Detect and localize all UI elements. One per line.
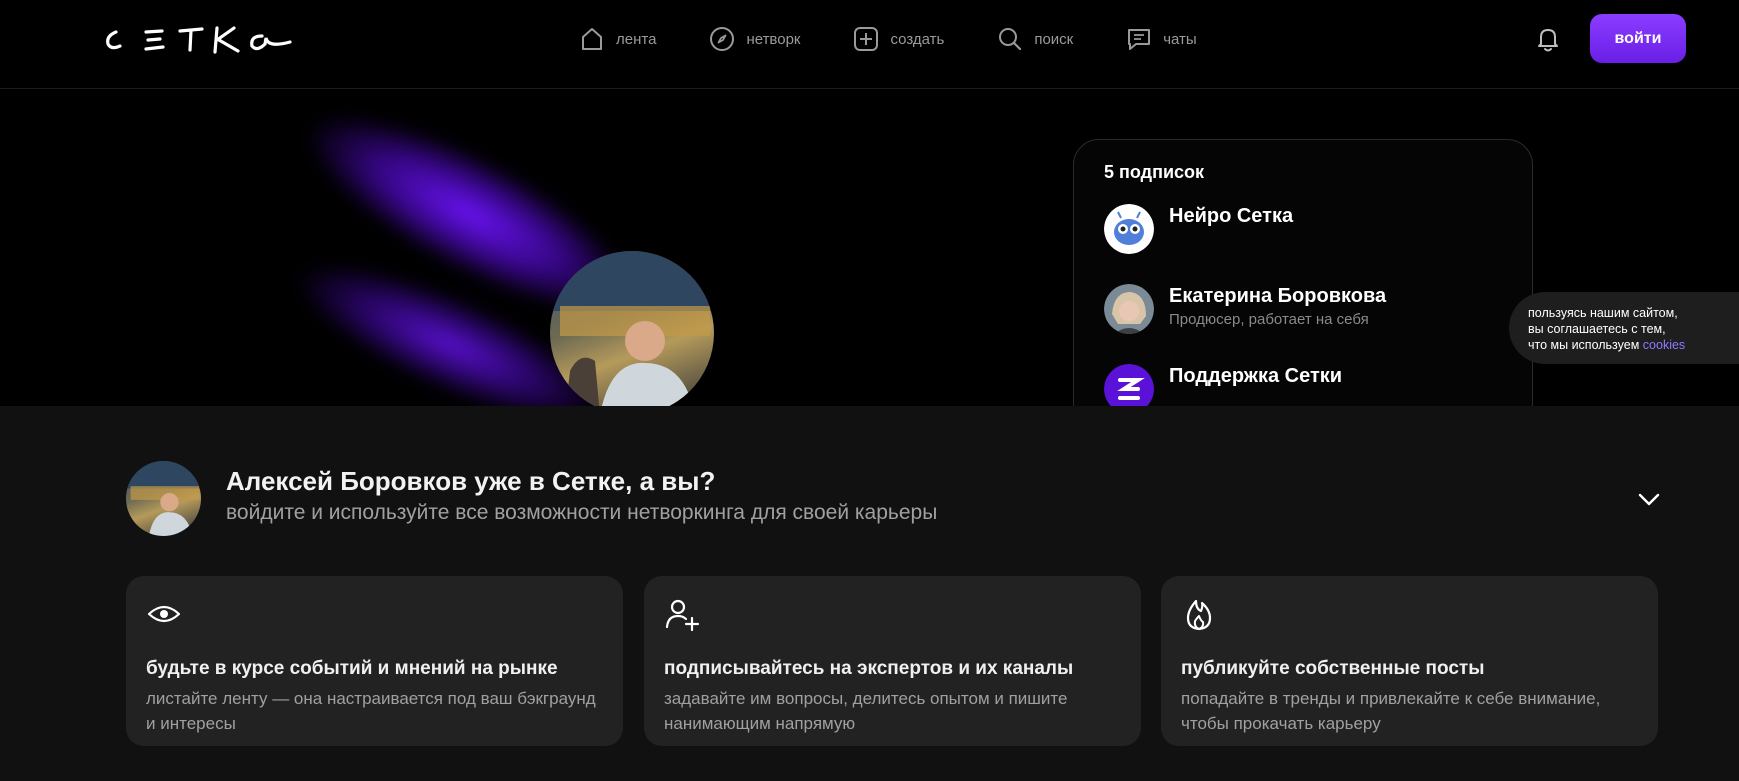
nav-network-label: нетворк [746,30,801,48]
avatar [1104,364,1154,406]
subscription-description: Продюсер, работает на себя [1169,311,1369,328]
feature-card: подписывайтесь на экспертов и их каналы … [644,576,1141,746]
eye-icon [147,605,181,623]
nav-feed[interactable]: лента [578,22,656,56]
feature-card: будьте в курсе событий и мнений на рынке… [126,576,623,746]
avatar [1104,204,1154,254]
flame-icon [1186,599,1212,631]
cookies-link[interactable]: cookies [1643,338,1685,352]
subscription-item[interactable]: Екатерина Боровкова Продюсер, работает н… [1104,284,1386,334]
nav-chats-label: чаты [1163,30,1197,48]
avatar [1104,284,1154,334]
feature-title: будьте в курсе событий и мнений на рынке [146,658,558,679]
top-header: лента нетворк создать поиск чаты войти [0,0,1739,89]
login-button[interactable]: войти [1590,14,1686,63]
subscription-item[interactable]: Поддержка Сетки [1104,364,1342,406]
subscription-name: Екатерина Боровкова [1169,285,1387,307]
nav-create[interactable]: создать [852,22,944,56]
feature-card: публикуйте собственные посты попадайте в… [1161,576,1658,746]
nav-chats[interactable]: чаты [1125,22,1197,56]
promo-subtitle: войдите и используйте все возможности не… [226,501,938,524]
feature-description: листайте ленту — она настраивается под в… [146,689,596,733]
promo-title: Алексей Боровков уже в Сетке, а вы? [226,466,716,496]
nav-create-label: создать [890,30,945,48]
nav-feed-label: лента [616,30,657,48]
subscriptions-title[interactable]: 5 подписок [1104,162,1204,183]
home-icon [582,28,602,50]
nav-search[interactable]: поиск [996,22,1073,56]
bell-icon[interactable] [1533,24,1563,54]
nav-network[interactable]: нетворк [708,22,800,56]
feature-description: попадайте в тренды и привлекайте к себе … [1181,689,1601,733]
feature-title: подписывайтесь на экспертов и их каналы [664,658,1074,679]
main-nav: лента нетворк создать поиск чаты [578,22,1249,56]
profile-avatar [550,251,714,406]
user-plus-icon [665,599,700,632]
subscriptions-card: 5 подписок Нейро Сетка Екатерина Боровко… [1073,139,1533,406]
logo[interactable] [102,22,292,58]
cookie-line: что мы используем [1528,338,1640,352]
chat-icon [1128,29,1151,50]
compass-icon [710,27,735,51]
avatar [126,461,201,536]
signup-promo-panel: Алексей Боровков уже в Сетке, а вы? войд… [0,406,1739,781]
search-icon [999,28,1022,51]
cookie-notice: пользуясь нашим сайтом, вы соглашаетесь … [1509,292,1739,364]
feature-description: задавайте им вопросы, делитесь опытом и … [664,689,1068,733]
subscription-name: Поддержка Сетки [1169,365,1343,387]
cookie-line: пользуясь нашим сайтом, [1528,306,1678,320]
plus-square-icon [854,27,879,51]
subscription-item[interactable]: Нейро Сетка [1104,204,1293,254]
nav-search-label: поиск [1034,30,1074,48]
profile-hero: 5 подписок Нейро Сетка Екатерина Боровко… [0,89,1739,406]
feature-title: публикуйте собственные посты [1181,658,1485,679]
chevron-down-icon[interactable] [1636,486,1662,512]
cookie-line: вы соглашаетесь с тем, [1528,322,1666,336]
subscription-name: Нейро Сетка [1169,205,1294,227]
